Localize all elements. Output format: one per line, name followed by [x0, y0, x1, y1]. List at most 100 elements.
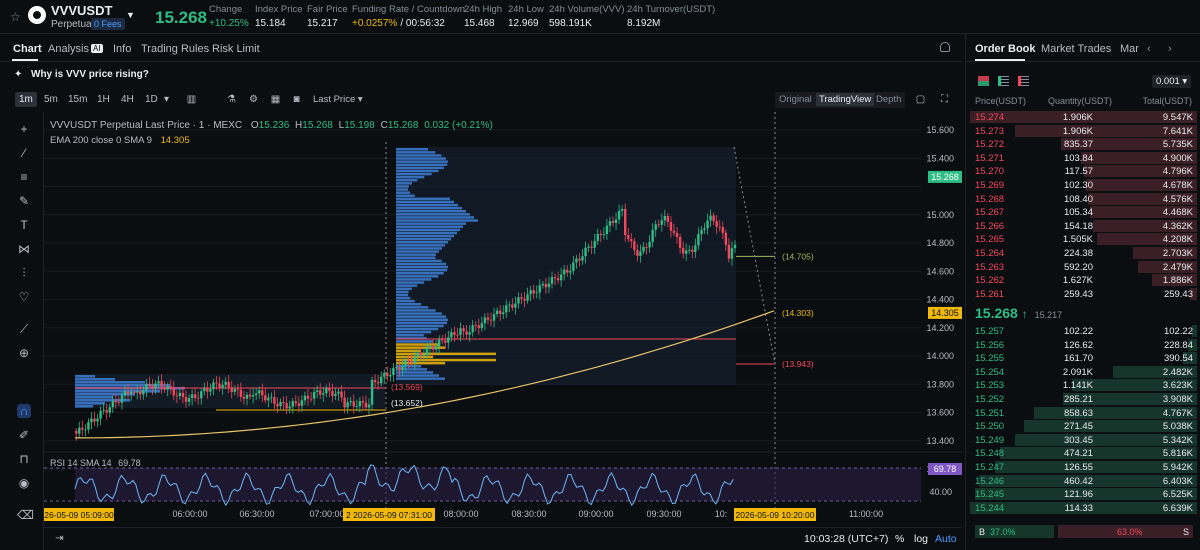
tab-market-trades[interactable]: Market Trades	[1041, 43, 1111, 55]
forecast-icon[interactable]: ⫶	[17, 266, 31, 280]
magnet-icon[interactable]: ∩	[17, 404, 31, 418]
eye-icon[interactable]: ◉	[17, 476, 31, 490]
bid-row[interactable]: 15.249 303.45 5.342K	[966, 433, 1200, 447]
bid-row[interactable]: 15.247 126.55 5.942K	[966, 460, 1200, 474]
price-insight-text[interactable]: Why is VVV price rising?	[31, 69, 149, 80]
bid-row[interactable]: 15.246 460.42 6.403K	[966, 474, 1200, 488]
settings-icon[interactable]: ⚙	[248, 94, 259, 105]
timeframe-15m[interactable]: 15m	[68, 94, 87, 105]
horizontal-lines-icon[interactable]: ≡	[17, 170, 31, 184]
tabs-next-icon[interactable]: ›	[1168, 43, 1172, 55]
heart-icon[interactable]: ♡	[17, 290, 31, 304]
price-insight-row[interactable]: ✦ Why is VVV price rising?	[0, 63, 962, 85]
tab-trading-rules[interactable]: Trading Rules	[141, 43, 209, 55]
indicators-icon[interactable]: ⚗	[226, 94, 237, 105]
tab-more[interactable]: Mar	[1120, 43, 1139, 55]
view-original[interactable]: Original	[779, 94, 812, 105]
ask-row[interactable]: 15.268 108.40 4.576K	[966, 192, 1200, 206]
percent-scale-toggle[interactable]: %	[895, 533, 904, 545]
date-range-icon[interactable]: ⇥	[54, 533, 65, 544]
tab-analysis[interactable]: Analysis AI	[48, 43, 103, 55]
text-tool-icon[interactable]: T	[17, 218, 31, 232]
timeframe-dropdown-icon[interactable]: ▾	[161, 94, 172, 105]
bid-row[interactable]: 15.251 858.63 4.767K	[966, 406, 1200, 420]
ask-row[interactable]: 15.270 117.57 4.796K	[966, 164, 1200, 178]
tab-risk-limit[interactable]: Risk Limit	[212, 43, 260, 55]
trend-line-icon[interactable]: ∕	[17, 146, 31, 160]
tab-order-book[interactable]: Order Book	[975, 43, 1036, 55]
tick-size-select[interactable]: 0.001 ▾	[1152, 75, 1192, 88]
candle-body	[404, 359, 407, 367]
fullscreen-icon[interactable]: ⛶	[939, 94, 950, 105]
symbol-dropdown-icon[interactable]: ▼	[126, 10, 135, 20]
ask-row[interactable]: 15.273 1.906K 7.641K	[966, 124, 1200, 138]
ask-row[interactable]: 15.264 224.38 2.703K	[966, 246, 1200, 260]
timeframe-1h[interactable]: 1H	[97, 94, 110, 105]
candle-body	[270, 397, 273, 398]
view-bids-icon[interactable]	[998, 76, 1009, 86]
ask-row[interactable]: 15.269 102.30 4.678K	[966, 178, 1200, 192]
bid-total: 3.623K	[1162, 380, 1193, 392]
candle-body	[224, 381, 227, 385]
tab-info[interactable]: Info	[113, 43, 131, 55]
rsi-legend: RSI 14 SMA 14 69.78	[50, 458, 141, 468]
brush-icon[interactable]: ✎	[17, 194, 31, 208]
candle-body	[630, 238, 633, 242]
crosshair-icon[interactable]: +	[17, 122, 31, 136]
view-both-icon[interactable]	[978, 76, 989, 86]
bid-row[interactable]: 15.245 121.96 6.525K	[966, 487, 1200, 501]
ask-total: 2.703K	[1162, 248, 1193, 259]
bid-row[interactable]: 15.253 1.141K 3.623K	[966, 378, 1200, 392]
volume-profile-bar	[396, 188, 409, 191]
candle-body	[206, 388, 209, 392]
price-type-select[interactable]: Last Price ▾	[313, 94, 363, 105]
symbol-name[interactable]: VVVUSDT	[51, 3, 112, 18]
bid-row[interactable]: 15.244 114.33 6.639K	[966, 501, 1200, 515]
y-tick-label: 14.600	[926, 266, 954, 276]
price-chart[interactable]: 15.600 15.400 15.000 14.800 14.600 14.400 14.2…	[44, 112, 962, 525]
chart-canvas[interactable]: 15.600 15.400 15.000 14.800 14.600 14.400 14.2…	[44, 112, 962, 525]
favorite-star-icon[interactable]: ☆	[10, 10, 21, 24]
view-depth[interactable]: Depth	[876, 94, 901, 105]
candle-body	[184, 396, 188, 402]
ask-row[interactable]: 15.265 1.505K 4.208K	[966, 232, 1200, 246]
layout-icon[interactable]: ▦	[270, 94, 281, 105]
ask-row[interactable]: 15.266 154.18 4.362K	[966, 219, 1200, 233]
timeframe-1d[interactable]: 1D	[145, 94, 158, 105]
ruler-icon[interactable]: ⟋	[17, 322, 31, 336]
ask-row[interactable]: 15.262 1.627K 1.886K	[966, 273, 1200, 287]
view-asks-icon[interactable]	[1018, 76, 1029, 86]
bid-row[interactable]: 15.257 102.22 102.22	[966, 324, 1200, 338]
ask-qty: 102.30	[1063, 180, 1093, 191]
view-tradingview[interactable]: TradingView	[816, 93, 875, 106]
ask-row[interactable]: 15.263 592.20 2.479K	[966, 260, 1200, 274]
bid-row[interactable]: 15.252 285.21 3.908K	[966, 392, 1200, 406]
ask-row[interactable]: 15.274 1.906K 9.547K	[966, 110, 1200, 124]
bell-icon[interactable]	[940, 42, 950, 52]
camera-icon[interactable]: ◙	[291, 94, 302, 105]
bid-row[interactable]: 15.250 271.45 5.038K	[966, 419, 1200, 433]
chart-type-icon[interactable]: ▥	[186, 94, 197, 105]
lock-icon[interactable]: ⊓	[17, 452, 31, 466]
ask-row[interactable]: 15.271 103.84 4.900K	[966, 151, 1200, 165]
bid-row[interactable]: 15.254 2.091K 2.482K	[966, 365, 1200, 379]
bid-row[interactable]: 15.248 474.21 5.816K	[966, 446, 1200, 460]
tabs-prev-icon[interactable]: ‹	[1147, 43, 1151, 55]
timeframe-1m[interactable]: 1m	[15, 92, 37, 107]
pattern-icon[interactable]: ⋈	[17, 242, 31, 256]
ask-row[interactable]: 15.267 105.34 4.468K	[966, 205, 1200, 219]
pencil-lock-icon[interactable]: ✐	[17, 428, 31, 442]
ask-row[interactable]: 15.272 835.37 5.735K	[966, 137, 1200, 151]
timeframe-4h[interactable]: 4H	[121, 94, 134, 105]
bid-row[interactable]: 15.255 161.70 390.54	[966, 351, 1200, 365]
auto-scale-toggle[interactable]: Auto	[935, 533, 957, 545]
layout-panel-icon[interactable]: ▢	[915, 94, 926, 105]
trash-icon[interactable]: ⌫	[17, 508, 34, 522]
ask-row[interactable]: 15.261 259.43 259.43	[966, 287, 1200, 301]
bid-row[interactable]: 15.256 126.62 228.84	[966, 338, 1200, 352]
timeframe-5m[interactable]: 5m	[44, 94, 58, 105]
candle-body	[715, 221, 718, 227]
tab-chart[interactable]: Chart	[13, 43, 42, 55]
log-scale-toggle[interactable]: log	[914, 533, 928, 545]
zoom-icon[interactable]: ⊕	[17, 346, 31, 360]
